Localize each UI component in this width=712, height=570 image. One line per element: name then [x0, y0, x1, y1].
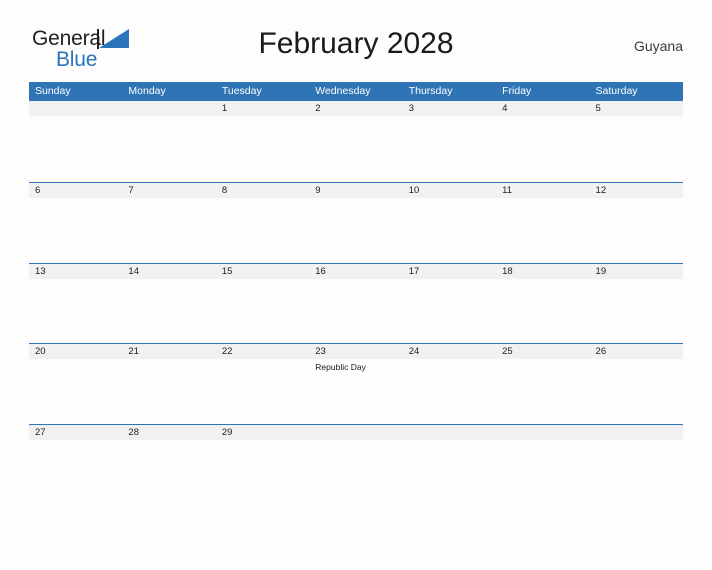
page-header: General Blue February 2028 Guyana [29, 20, 683, 76]
day-cell-holiday[interactable]: Republic Day [309, 359, 402, 423]
date-number[interactable]: 14 [122, 264, 215, 279]
date-number[interactable]: 16 [309, 264, 402, 279]
date-number-band: 27 28 29 [29, 424, 683, 440]
date-number[interactable]: 25 [496, 344, 589, 359]
date-number[interactable] [29, 101, 122, 116]
day-header-thursday: Thursday [408, 85, 453, 97]
day-cell[interactable] [590, 440, 683, 504]
date-number[interactable]: 20 [29, 344, 122, 359]
day-cell[interactable] [216, 440, 309, 504]
date-number[interactable]: 15 [216, 264, 309, 279]
calendar-page: General Blue February 2028 Guyana Sunday… [0, 20, 712, 570]
event-band [29, 440, 683, 504]
date-number-band: 6 7 8 9 10 11 12 [29, 183, 683, 198]
date-number[interactable]: 6 [29, 183, 122, 198]
day-cell[interactable] [403, 359, 496, 423]
day-cell[interactable] [122, 359, 215, 423]
event-band [29, 279, 683, 343]
day-cell[interactable] [496, 116, 589, 180]
day-header-monday: Monday [128, 85, 166, 97]
day-cell[interactable] [122, 198, 215, 262]
date-number[interactable]: 11 [496, 183, 589, 198]
day-cell[interactable] [496, 359, 589, 423]
day-cell[interactable] [496, 279, 589, 343]
day-cell[interactable] [403, 440, 496, 504]
week-row: 1 2 3 4 5 [29, 101, 683, 182]
day-cell[interactable] [216, 116, 309, 180]
date-number[interactable]: 28 [122, 425, 215, 440]
page-title: February 2028 [258, 27, 454, 60]
day-cell[interactable] [216, 279, 309, 343]
day-cell[interactable] [29, 116, 122, 180]
day-cell[interactable] [309, 116, 402, 180]
date-number[interactable] [122, 101, 215, 116]
day-header-saturday: Saturday [595, 85, 638, 97]
day-header-wednesday: Wednesday [315, 85, 371, 97]
day-header-tuesday: Tuesday [221, 85, 262, 97]
date-number[interactable]: 12 [590, 183, 683, 198]
day-cell[interactable] [496, 198, 589, 262]
date-number[interactable]: 17 [403, 264, 496, 279]
event-band [29, 198, 683, 262]
day-cell[interactable] [29, 359, 122, 423]
date-number[interactable]: 5 [590, 101, 683, 116]
event-band: Republic Day [29, 359, 683, 423]
date-number[interactable]: 22 [216, 344, 309, 359]
date-number[interactable]: 24 [403, 344, 496, 359]
date-number[interactable]: 2 [309, 101, 402, 116]
date-number[interactable] [590, 425, 683, 440]
day-cell[interactable] [590, 198, 683, 262]
day-cell[interactable] [29, 198, 122, 262]
day-cell[interactable] [309, 279, 402, 343]
date-number[interactable]: 7 [122, 183, 215, 198]
date-number-band: 20 21 22 23 24 25 26 [29, 344, 683, 359]
date-number[interactable]: 8 [216, 183, 309, 198]
date-number-band: 1 2 3 4 5 [29, 101, 683, 116]
date-number[interactable] [403, 425, 496, 440]
country-label: Guyana [633, 38, 683, 54]
day-cell[interactable] [122, 279, 215, 343]
date-number[interactable]: 13 [29, 264, 122, 279]
day-cell[interactable] [216, 198, 309, 262]
day-cell[interactable] [403, 279, 496, 343]
date-number[interactable] [309, 425, 402, 440]
date-number[interactable]: 26 [590, 344, 683, 359]
day-cell[interactable] [590, 359, 683, 423]
day-header-sunday: Sunday [35, 85, 71, 97]
day-of-week-header-row: Sunday Monday Tuesday Wednesday Thursday… [29, 82, 683, 101]
date-number[interactable]: 19 [590, 264, 683, 279]
day-cell[interactable] [403, 116, 496, 180]
week-row: 6 7 8 9 10 11 12 [29, 182, 683, 263]
day-cell[interactable] [309, 198, 402, 262]
date-number[interactable]: 3 [403, 101, 496, 116]
date-number[interactable]: 27 [29, 425, 122, 440]
week-row: 20 21 22 23 24 25 26 Republic Day [29, 343, 683, 424]
event-label: Republic Day [315, 362, 366, 372]
date-number[interactable]: 10 [403, 183, 496, 198]
day-cell[interactable] [496, 440, 589, 504]
date-number[interactable] [496, 425, 589, 440]
date-number-band: 13 14 15 16 17 18 19 [29, 263, 683, 279]
day-cell[interactable] [122, 440, 215, 504]
day-header-friday: Friday [502, 85, 532, 97]
event-band [29, 116, 683, 180]
day-cell[interactable] [29, 279, 122, 343]
day-cell[interactable] [216, 359, 309, 423]
day-cell[interactable] [309, 440, 402, 504]
week-row: 13 14 15 16 17 18 19 [29, 262, 683, 344]
date-number[interactable]: 1 [216, 101, 309, 116]
week-row: 27 28 29 [29, 423, 683, 504]
date-number[interactable]: 21 [122, 344, 215, 359]
day-cell[interactable] [403, 198, 496, 262]
date-number[interactable]: 9 [309, 183, 402, 198]
date-number[interactable]: 23 [309, 344, 402, 359]
day-cell[interactable] [590, 116, 683, 180]
calendar-grid: Sunday Monday Tuesday Wednesday Thursday… [29, 82, 683, 504]
date-number[interactable]: 4 [496, 101, 589, 116]
day-cell[interactable] [590, 279, 683, 343]
date-number[interactable]: 29 [216, 425, 309, 440]
date-number[interactable]: 18 [496, 264, 589, 279]
day-cell[interactable] [122, 116, 215, 180]
day-cell[interactable] [29, 440, 122, 504]
